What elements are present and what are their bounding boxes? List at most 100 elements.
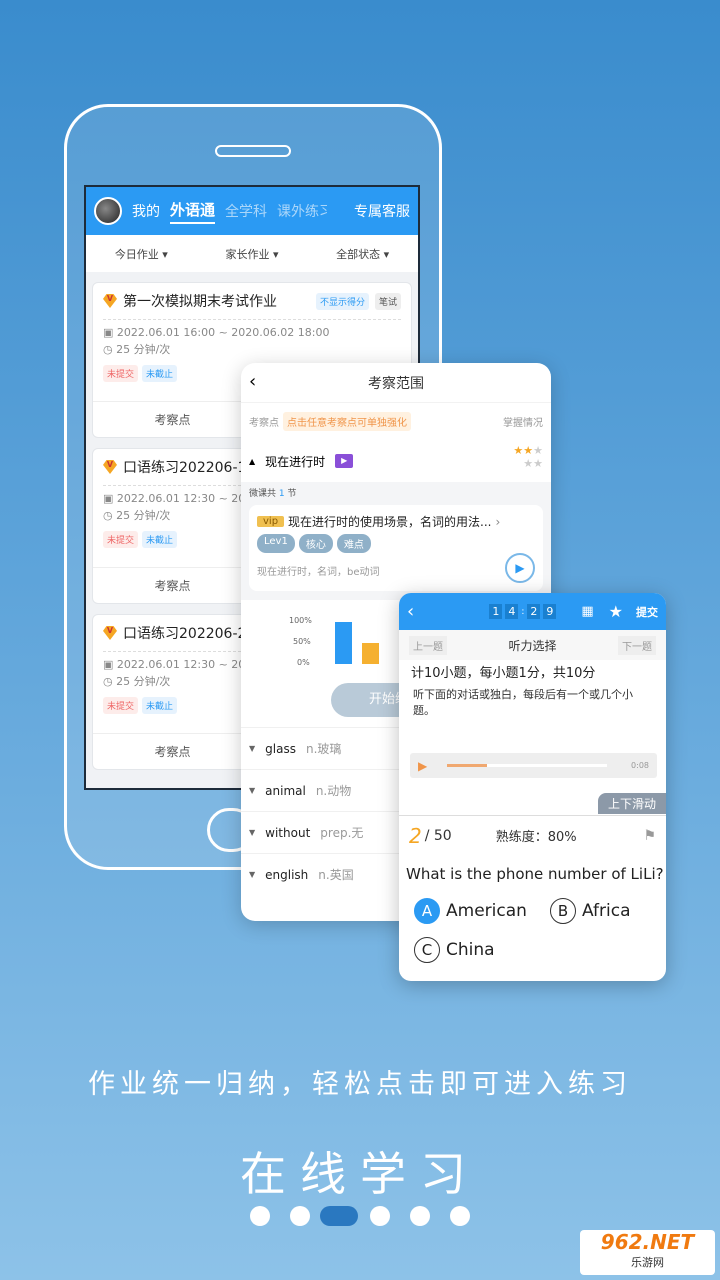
lesson-tag: Lev1 bbox=[257, 534, 295, 553]
tab-all-subjects[interactable]: 全学科 bbox=[225, 201, 267, 221]
status-badge: 未提交 bbox=[103, 531, 139, 548]
lesson-prefix: 微课共 bbox=[249, 489, 277, 499]
word-meaning: n.动物 bbox=[315, 784, 352, 798]
option-key: C bbox=[414, 937, 440, 963]
word-meaning: n.玻璃 bbox=[305, 742, 342, 756]
scope-title: 考察范围 bbox=[368, 375, 424, 392]
page-indicator-active bbox=[320, 1206, 358, 1226]
timer-digit: 1 bbox=[489, 604, 503, 619]
lesson-card[interactable]: vip 现在进行时的使用场景，名词的用法... › Lev1 核心 难点 现在进行… bbox=[249, 505, 543, 591]
status-badge: 未截止 bbox=[142, 365, 178, 382]
summary: 计10小题，每小题1分，共10分 bbox=[411, 666, 596, 681]
word-meaning: n.英国 bbox=[318, 868, 354, 882]
option-text: American bbox=[446, 901, 527, 921]
play-icon[interactable]: ▶ bbox=[418, 759, 427, 773]
status-badge: 未截止 bbox=[142, 697, 178, 714]
tab-mine[interactable]: 我的 bbox=[132, 201, 160, 221]
status-badge: 未提交 bbox=[103, 697, 139, 714]
back-icon[interactable]: ‹ bbox=[407, 601, 414, 622]
homework-date: 2022.06.01 12:30 ~ 2022 bbox=[116, 492, 260, 505]
quiz-panel: ‹ 1 4 : 2 9 ▦ ★ 提交 上一题 听力选择 下一题 计10小题，每小… bbox=[399, 593, 666, 981]
vip-badge: vip bbox=[257, 516, 285, 527]
scope-link[interactable]: 考察点 bbox=[93, 411, 252, 428]
filter-bar: 今日作业 ▾ 家长作业 ▾ 全部状态 ▾ bbox=[86, 235, 418, 272]
calendar-icon: ▣ bbox=[103, 326, 117, 339]
expand-icon: ▼ bbox=[249, 744, 256, 753]
watermark-name: 乐游网 bbox=[631, 1256, 664, 1269]
instruction: 听下面的对话或独白，每段后有一个或几个小题。 bbox=[413, 688, 633, 717]
watermark-brand: 962.NET bbox=[600, 1230, 695, 1254]
timer-digit: 4 bbox=[505, 604, 519, 619]
homework-date: 2022.06.01 12:30 ~ 2022 bbox=[116, 658, 260, 671]
hint-badge: 点击任意考察点可单独强化 bbox=[283, 412, 411, 431]
homework-title: 第一次模拟期末考试作业 bbox=[123, 294, 277, 310]
back-icon[interactable]: ‹ bbox=[249, 371, 256, 392]
swipe-hint: 上下滑动 bbox=[597, 793, 666, 814]
star-icon[interactable]: ★ bbox=[609, 602, 623, 621]
option-b[interactable]: B Africa bbox=[550, 898, 631, 924]
expand-icon: ▼ bbox=[249, 786, 256, 795]
lesson-suffix: 节 bbox=[287, 489, 297, 499]
page-indicator bbox=[450, 1206, 470, 1226]
tick-label: 50% bbox=[293, 637, 311, 646]
audio-slider[interactable] bbox=[447, 764, 608, 767]
option-key: B bbox=[550, 898, 576, 924]
mastery-label: 掌握情况 bbox=[503, 418, 543, 429]
top-nav: 我的 外语通 全学科 课外练习 专属客服 bbox=[86, 187, 418, 235]
submit-button[interactable]: 提交 bbox=[636, 604, 658, 620]
tab-foreign-language[interactable]: 外语通 bbox=[170, 199, 216, 224]
clock-icon: ◷ bbox=[103, 509, 117, 522]
lesson-tag: 难点 bbox=[336, 534, 371, 553]
status-badge: 未截止 bbox=[142, 531, 178, 548]
filter-today[interactable]: 今日作业 ▾ bbox=[115, 246, 168, 262]
lesson-tag: 核心 bbox=[298, 534, 333, 553]
filter-status[interactable]: 全部状态 ▾ bbox=[336, 246, 389, 262]
lesson-count: 1 bbox=[278, 489, 285, 499]
video-icon[interactable]: ▶ bbox=[335, 454, 354, 468]
prev-question-button[interactable]: 上一题 bbox=[409, 635, 447, 655]
avatar[interactable] bbox=[94, 197, 122, 225]
homework-duration: 25 分钟/次 bbox=[116, 343, 171, 356]
answer-sheet-icon[interactable]: ▦ bbox=[581, 604, 593, 619]
timer-digit: 9 bbox=[543, 604, 557, 619]
chart-bar bbox=[362, 643, 379, 664]
current-question: 2 bbox=[409, 823, 422, 848]
page-indicator bbox=[290, 1206, 310, 1226]
timer-digit: 2 bbox=[527, 604, 541, 619]
flag-icon[interactable]: ⚑ bbox=[643, 828, 656, 844]
question-text: What is the phone number of LiLi? bbox=[406, 865, 664, 883]
page-indicator bbox=[250, 1206, 270, 1226]
lesson-keywords: 现在进行时，名词，be动词 bbox=[257, 567, 380, 578]
mastery-stars: ★★★ ★★ bbox=[513, 444, 543, 470]
audio-time: 0:08 bbox=[631, 761, 649, 770]
homework-date: 2022.06.01 16:00 ~ 2020.06.02 18:00 bbox=[116, 326, 330, 339]
filter-parent[interactable]: 家长作业 ▾ bbox=[225, 246, 278, 262]
scope-link[interactable]: 考察点 bbox=[93, 577, 252, 594]
page-indicator bbox=[410, 1206, 430, 1226]
homework-duration: 25 分钟/次 bbox=[116, 509, 171, 522]
option-c[interactable]: C China bbox=[414, 937, 495, 963]
chart-bar bbox=[335, 622, 352, 664]
tab-extracurricular[interactable]: 课外练习 bbox=[277, 201, 327, 221]
page-indicator bbox=[370, 1206, 390, 1226]
vip-gem-icon: V bbox=[103, 626, 117, 640]
option-text: Africa bbox=[582, 901, 631, 921]
tab-customer-service[interactable]: 专属客服 bbox=[354, 201, 410, 221]
play-icon[interactable]: ▶ bbox=[505, 553, 535, 583]
type-badge: 笔试 bbox=[374, 292, 401, 310]
homework-duration: 25 分钟/次 bbox=[116, 675, 171, 688]
next-question-button[interactable]: 下一题 bbox=[617, 635, 656, 655]
topic-row[interactable]: ▲ 现在进行时 ▶ ★★★ ★★ bbox=[241, 440, 551, 482]
vip-gem-icon: V bbox=[103, 460, 117, 474]
topic-name: 现在进行时 bbox=[265, 454, 326, 469]
word-meaning: prep.无 bbox=[320, 826, 364, 840]
vip-gem-icon: V bbox=[103, 294, 117, 308]
clock-icon: ◷ bbox=[103, 343, 117, 356]
expand-icon: ▼ bbox=[249, 870, 256, 879]
calendar-icon: ▣ bbox=[103, 658, 117, 671]
scope-link[interactable]: 考察点 bbox=[93, 743, 252, 760]
tick-label: 100% bbox=[289, 616, 312, 625]
option-a[interactable]: A American bbox=[414, 898, 527, 924]
phone-speaker bbox=[215, 145, 291, 157]
calendar-icon: ▣ bbox=[103, 492, 117, 505]
